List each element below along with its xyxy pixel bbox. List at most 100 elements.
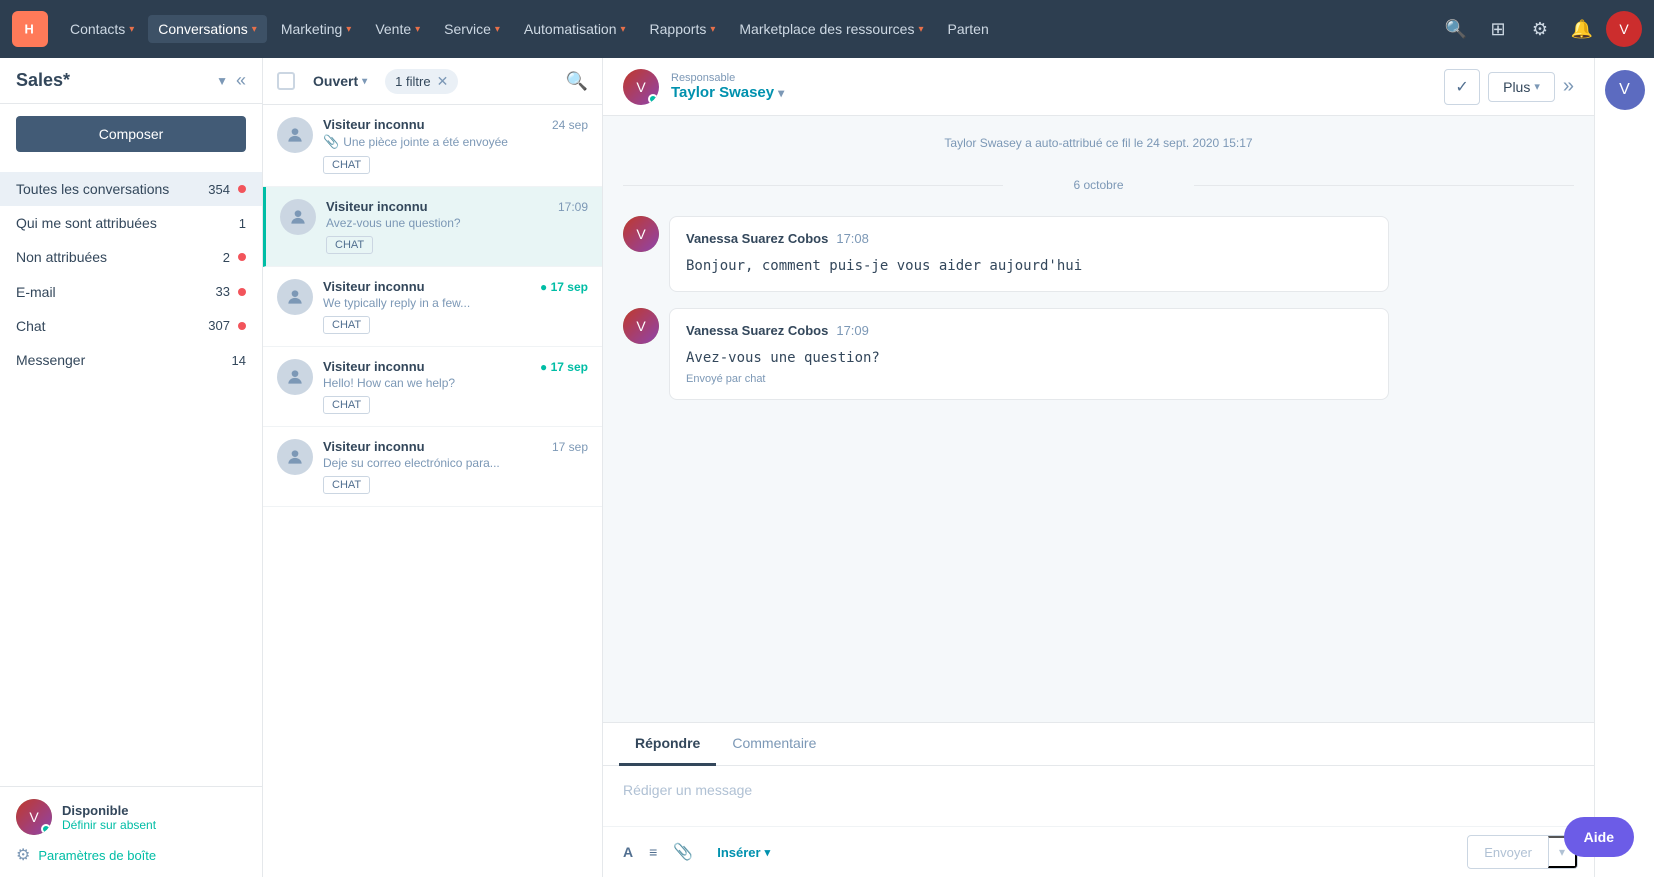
text-format-icon[interactable]: A [619,840,637,864]
sidebar-item-chat[interactable]: Chat 307 [0,309,262,343]
chat-msg-1-text: Avez-vous une question? [686,348,1372,369]
sidebar-item-assigned-to-me[interactable]: Qui me sont attribuées 1 [0,206,262,240]
nav-marketplace-arrow: ▾ [918,24,923,35]
conv-search-button[interactable]: 🔍 [566,71,588,92]
user-avatar-icon[interactable]: V [1606,11,1642,47]
sidebar-user-info: Disponible Définir sur absent [62,803,246,832]
sidebar-title-dropdown-icon[interactable]: ▼ [216,74,228,88]
sidebar-user-status[interactable]: Définir sur absent [62,818,246,832]
aide-button[interactable]: Aide [1564,817,1634,857]
chat-header: V Responsable Taylor Swasey ▾ ✓ Plus ▾ » [603,58,1594,116]
sidebar-collapse-button[interactable]: « [236,70,246,91]
chat-header-info: Responsable Taylor Swasey ▾ [671,72,1432,101]
text-size-icon[interactable]: ≡ [645,840,661,864]
conv-item-2-time: ● 17 sep [540,280,588,294]
chat-messages: Taylor Swasey a auto-attribué ce fil le … [603,116,1594,722]
resolve-button[interactable]: ✓ [1444,69,1480,105]
chat-system-message: Taylor Swasey a auto-attribué ce fil le … [623,132,1574,154]
svg-text:H: H [25,22,34,37]
nav-parten[interactable]: Parten [937,15,998,43]
notifications-icon[interactable]: 🔔 [1564,11,1600,47]
compose-button[interactable]: Composer [16,116,246,152]
nav-conversations-arrow: ▾ [252,24,257,35]
conv-item-0-badge: CHAT [323,156,370,174]
select-all-checkbox[interactable] [277,72,295,90]
hubspot-logo[interactable]: H [12,11,48,47]
conv-item-0-preview: 📎 Une pièce jointe a été envoyée [323,134,588,150]
sidebar-item-all-conversations-dot [238,185,246,193]
attachment-icon[interactable]: 📎 [669,838,697,866]
main-layout: Sales* ▼ « Composer Toutes les conversat… [0,58,1654,877]
sidebar-settings-label: Paramètres de boîte [38,848,156,863]
collapse-right-button[interactable]: » [1563,75,1574,98]
nav-service[interactable]: Service ▾ [434,15,510,43]
sidebar-settings[interactable]: ⚙ Paramètres de boîte [16,845,246,865]
conv-item-0-name: Visiteur inconnu [323,117,425,132]
filter-clear-icon[interactable]: ✕ [437,73,449,90]
chat-header-dropdown-icon[interactable]: ▾ [778,86,784,100]
sidebar-title: Sales* [16,70,208,91]
conv-item-4-time: 17 sep [552,440,588,454]
chat-msg-1-sender: Vanessa Suarez Cobos [686,323,828,338]
nav-conversations[interactable]: Conversations ▾ [148,15,267,43]
sidebar-item-assigned-to-me-label: Qui me sont attribuées [16,214,231,232]
sidebar-item-email-label: E-mail [16,283,208,301]
chat-date-divider: 6 octobre [623,170,1574,200]
more-actions-arrow-icon: ▾ [1534,80,1540,93]
conv-item-3[interactable]: Visiteur inconnu ● 17 sep Hello! How can… [263,347,602,427]
conv-item-4-preview: Deje su correo electrónico para... [323,456,588,470]
nav-contacts[interactable]: Contacts ▾ [60,15,144,43]
conv-item-4[interactable]: Visiteur inconnu 17 sep Deje su correo e… [263,427,602,507]
more-actions-button[interactable]: Plus ▾ [1488,72,1555,102]
conv-item-2-preview: We typically reply in a few... [323,296,588,310]
conv-item-0[interactable]: Visiteur inconnu 24 sep 📎 Une pièce join… [263,105,602,187]
conv-item-4-avatar [277,439,313,475]
conv-item-4-content: Visiteur inconnu 17 sep Deje su correo e… [323,439,588,494]
filter-badge[interactable]: 1 filtre ✕ [385,69,458,94]
sidebar-item-unassigned[interactable]: Non attribuées 2 [0,240,262,274]
conv-item-2-content: Visiteur inconnu ● 17 sep We typically r… [323,279,588,334]
nav-automatisation[interactable]: Automatisation ▾ [514,15,636,43]
filter-label: Ouvert [313,73,358,89]
chat-header-actions: ✓ Plus ▾ » [1444,69,1574,105]
chat-msg-0-meta: Vanessa Suarez Cobos 17:08 [686,231,1372,246]
top-nav: H Contacts ▾ Conversations ▾ Marketing ▾… [0,0,1654,58]
conv-item-4-badge: CHAT [323,476,370,494]
sidebar-nav: Toutes les conversations 354 Qui me sont… [0,164,262,786]
sidebar-item-chat-count: 307 [208,318,230,333]
conv-item-2[interactable]: Visiteur inconnu ● 17 sep We typically r… [263,267,602,347]
sidebar-item-email[interactable]: E-mail 33 [0,275,262,309]
sidebar-user: V Disponible Définir sur absent [16,799,246,835]
nav-rapports[interactable]: Rapports ▾ [640,15,726,43]
settings-icon[interactable]: ⚙ [1522,11,1558,47]
attachment-icon: 📎 [323,134,339,150]
chat-msg-0-sender: Vanessa Suarez Cobos [686,231,828,246]
tab-commentaire[interactable]: Commentaire [716,723,832,766]
nav-marketing[interactable]: Marketing ▾ [271,15,362,43]
send-main-button[interactable]: Envoyer [1468,838,1548,867]
conv-item-2-name: Visiteur inconnu [323,279,425,294]
conv-item-1[interactable]: Visiteur inconnu 17:09 Avez-vous une que… [263,187,602,267]
tab-repondre[interactable]: Répondre [619,723,716,766]
conv-item-1-badge: CHAT [326,236,373,254]
chat-header-avatar: V [623,69,659,105]
sidebar-item-messenger[interactable]: Messenger 14 [0,343,262,377]
chat-msg-1-sent-via: Envoyé par chat [686,373,1372,385]
grid-icon[interactable]: ⊞ [1480,11,1516,47]
conv-items-list: Visiteur inconnu 24 sep 📎 Une pièce join… [263,105,602,877]
chat-toolbar: A ≡ 📎 Insérer ▾ Envoyer ▾ [603,826,1594,877]
search-icon[interactable]: 🔍 [1438,11,1474,47]
sidebar-user-name: Disponible [62,803,246,818]
chat-msg-0-bubble: Vanessa Suarez Cobos 17:08 Bonjour, comm… [669,216,1389,292]
chat-header-subtitle: Responsable [671,72,1432,84]
nav-vente[interactable]: Vente ▾ [365,15,430,43]
chat-msg-1-avatar: V [623,308,659,344]
filter-button[interactable]: Ouvert ▾ [303,68,377,94]
sidebar-item-all-conversations[interactable]: Toutes les conversations 354 [0,172,262,206]
chat-header-title: Taylor Swasey ▾ [671,84,1432,101]
insert-button[interactable]: Insérer ▾ [705,839,782,866]
chat-input-field[interactable]: Rédiger un message [603,766,1594,826]
conv-item-0-avatar [277,117,313,153]
chat-msg-0-avatar: V [623,216,659,252]
nav-marketplace[interactable]: Marketplace des ressources ▾ [729,15,933,43]
